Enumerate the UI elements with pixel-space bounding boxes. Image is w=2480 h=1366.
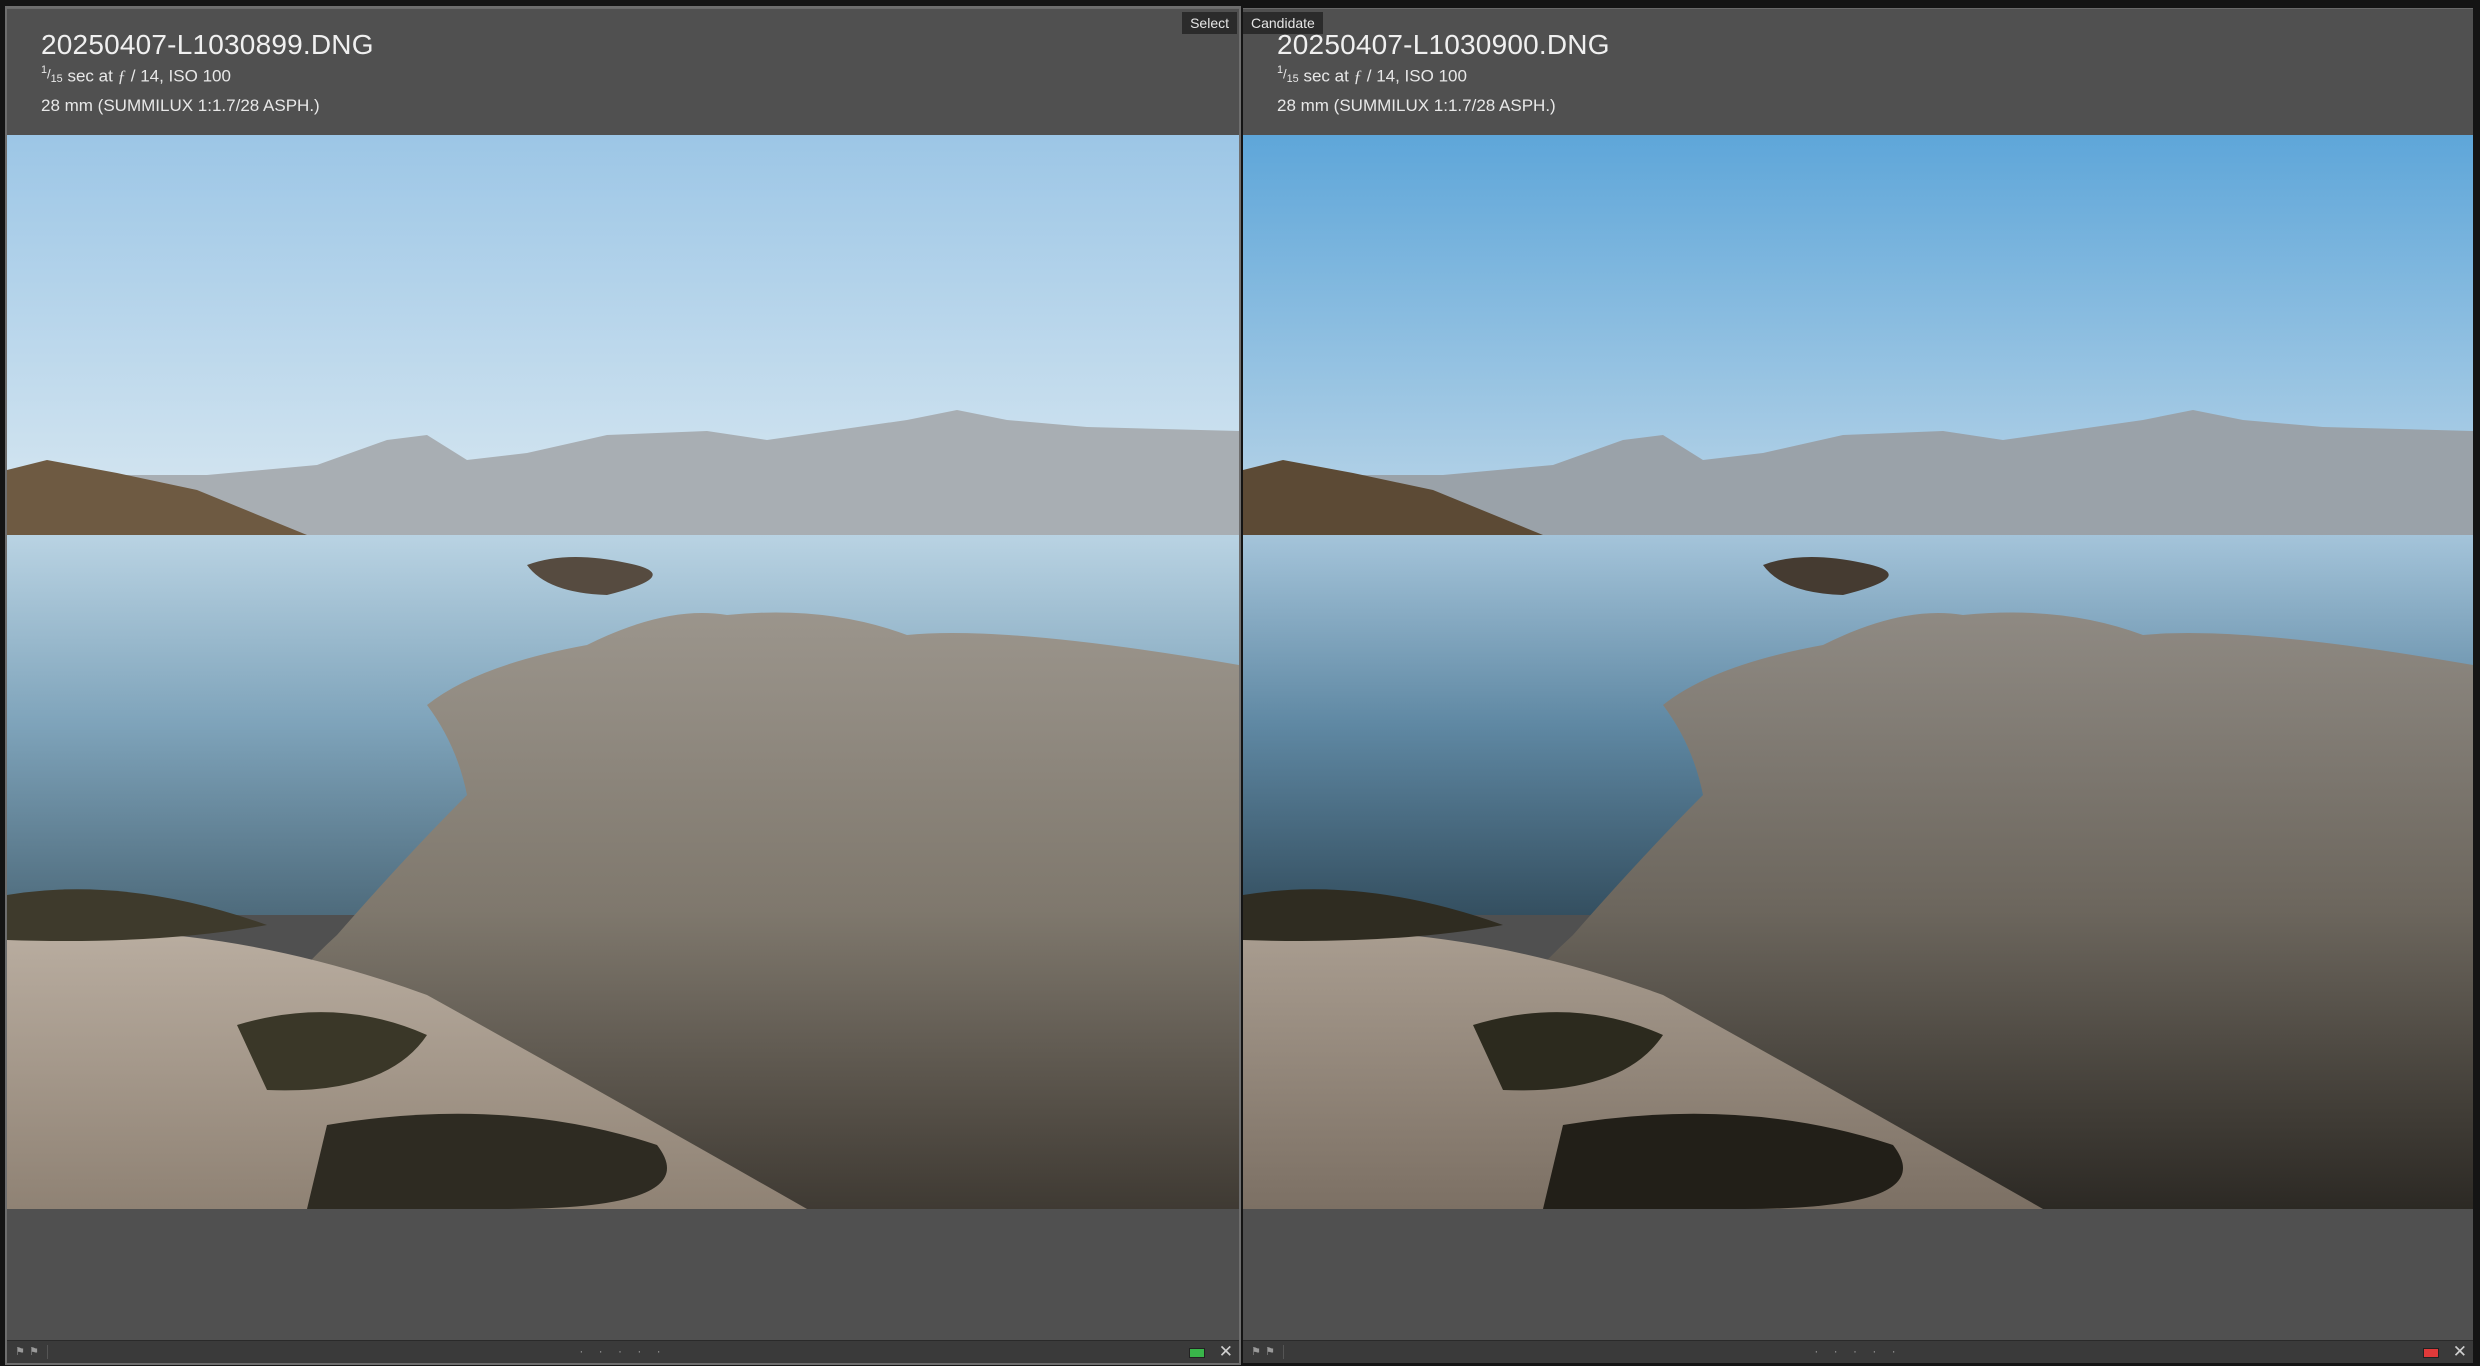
shutter-fraction: 1/15 <box>1277 64 1299 85</box>
color-label-green[interactable] <box>1189 1348 1205 1358</box>
footer-divider <box>1283 1345 1284 1359</box>
pane-footer-toolbar: ⚑ ⚑ · · · · · ✕ <box>1243 1340 2473 1363</box>
shutter-fraction: 1/15 <box>41 64 63 85</box>
color-label-red[interactable] <box>2423 1348 2439 1358</box>
select-tag: Select <box>1182 12 1237 34</box>
pane-footer-toolbar: ⚑ ⚑ · · · · · ✕ <box>7 1340 1239 1363</box>
photo-info-overlay: 20250407-L1030900.DNG 1/15 sec at ƒ / 14… <box>1277 29 1610 118</box>
lens-info: 28 mm (SUMMILUX 1:1.7/28 ASPH.) <box>1277 95 1556 115</box>
aperture-iso-text: / 14, ISO 100 <box>1362 66 1467 86</box>
close-icon[interactable]: ✕ <box>2453 1342 2467 1362</box>
exposure-info: 1/15 sec at ƒ / 14, ISO 100 <box>41 61 374 94</box>
lens-info: 28 mm (SUMMILUX 1:1.7/28 ASPH.) <box>41 95 320 115</box>
shutter-denominator: 15 <box>50 72 63 85</box>
photo-preview[interactable] <box>1243 135 2473 1209</box>
photo-preview[interactable] <box>7 135 1239 1209</box>
rating-stars[interactable]: · · · · · <box>579 1344 666 1358</box>
exposure-text: sec at <box>67 66 118 86</box>
aperture-symbol: ƒ <box>1353 66 1363 86</box>
shutter-numerator: 1 <box>41 64 48 76</box>
rating-stars[interactable]: · · · · · <box>1814 1344 1901 1358</box>
compare-pane-candidate[interactable]: Candidate 20250407-L1030900.DNG 1/15 sec… <box>1243 8 2473 1363</box>
flag-reject-icon[interactable]: ⚑ <box>1265 1347 1275 1358</box>
shutter-denominator: 15 <box>1286 72 1299 85</box>
compare-pane-select[interactable]: Select 20250407-L1030899.DNG 1/15 sec at… <box>5 6 1241 1365</box>
shutter-numerator: 1 <box>1277 64 1284 76</box>
exposure-info: 1/15 sec at ƒ / 14, ISO 100 <box>1277 61 1610 94</box>
flag-reject-icon[interactable]: ⚑ <box>29 1347 39 1358</box>
flag-pick-icon[interactable]: ⚑ <box>15 1347 25 1358</box>
close-icon[interactable]: ✕ <box>1219 1342 1233 1362</box>
landscape-image <box>1243 135 2473 1209</box>
aperture-iso-text: / 14, ISO 100 <box>126 66 231 86</box>
photo-info-overlay: 20250407-L1030899.DNG 1/15 sec at ƒ / 14… <box>41 29 374 118</box>
footer-divider <box>47 1345 48 1359</box>
flag-pick-icon[interactable]: ⚑ <box>1251 1347 1261 1358</box>
exposure-text: sec at <box>1303 66 1354 86</box>
filename: 20250407-L1030899.DNG <box>41 29 374 60</box>
aperture-symbol: ƒ <box>117 66 127 86</box>
filename: 20250407-L1030900.DNG <box>1277 29 1610 60</box>
landscape-image <box>7 135 1239 1209</box>
